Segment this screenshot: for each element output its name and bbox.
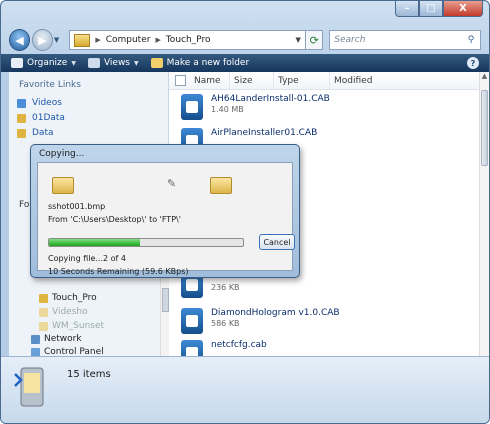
favorite-link-data[interactable]: Data [17,128,54,138]
file-name: netcfcfg.cab [211,340,267,350]
minimize-button[interactable]: – [395,1,419,17]
device-icon [14,367,44,407]
file-name: AH64LanderInstall-01.CAB [211,94,330,104]
help-button[interactable]: ? [467,57,479,69]
search-icon[interactable]: ⚲ [462,35,480,45]
cancel-button[interactable]: Cancel [259,234,295,250]
folder-icon [150,58,163,68]
history-dropdown[interactable]: ▼ [54,36,63,44]
organize-label: Organize [27,58,68,68]
file-list-scrollbar[interactable]: ▲ [479,72,489,356]
tree-item-label: Network [44,334,82,344]
views-label: Views [103,58,130,68]
column-type[interactable]: Type [274,71,330,90]
chevron-down-icon: ▼ [134,59,139,67]
favorite-links-heading: Favorite Links [19,80,81,90]
folder-icon [39,307,48,317]
tree-item-touch-pro[interactable]: Touch_Pro [39,293,97,303]
file-size: 1.40 MB [211,105,244,114]
tree-item-network[interactable]: Network [31,334,82,344]
computer-icon [74,33,91,47]
copy-progress-fill [49,239,141,246]
forward-button[interactable]: ▶ [31,29,53,51]
chevron-right-icon[interactable]: ▶ [95,36,100,44]
refresh-button[interactable]: ⟳ [306,30,324,50]
folder-icon [17,128,26,138]
favorite-link-label: Data [32,128,54,138]
dialog-title: Copying... [39,149,85,159]
breadcrumb-computer[interactable]: Computer [106,35,151,45]
scrollbar-thumb[interactable] [481,90,488,166]
cab-file-icon [181,308,203,334]
search-placeholder: Search [334,35,366,45]
tree-item-videsho[interactable]: Videsho [39,307,88,317]
item-count: 15 items [67,369,111,380]
views-button[interactable]: Views ▼ [87,58,139,68]
tree-item-label: Touch_Pro [52,293,97,303]
back-button[interactable]: ◀ [9,29,30,51]
network-icon [31,334,40,344]
copy-path: From 'C:\Users\Desktop\' to 'FTP\' [48,215,181,224]
organize-icon [11,58,23,68]
time-remaining: 10 Seconds Remaining (59.6 KBps) [48,267,189,276]
organize-button[interactable]: Organize ▼ [11,58,76,68]
favorite-link-label: 01Data [32,113,65,123]
file-item[interactable]: AH64LanderInstall-01.CAB 1.40 MB [181,94,330,120]
chevron-right-icon[interactable]: ▶ [155,36,160,44]
destination-folder-icon [210,177,232,194]
favorite-link-label: Videos [32,98,62,108]
select-all-checkbox[interactable] [175,75,186,86]
maximize-button[interactable]: □ [419,1,443,17]
file-size: 236 KB [211,283,240,292]
details-pane: 15 items [1,356,489,423]
folder-icon [39,321,48,331]
copying-filename: sshot001.bmp [48,202,106,211]
search-input[interactable]: Search ⚲ [329,30,481,50]
folder-icon [17,113,26,123]
caption-buttons: – □ X [395,1,483,17]
column-header-row: Name Size Type Modified [169,71,479,90]
file-name: DiamondHologram v1.0.CAB [211,308,340,318]
navigation-bar: ◀ ▶ ▼ ▶ Computer ▶ Touch_Pro ▼ ⟳ Search … [9,28,481,52]
copying-dialog: Copying... ✎ sshot001.bmp From 'C:\Users… [30,144,300,278]
folder-icon [39,293,48,303]
file-size: 586 KB [211,319,240,328]
close-button[interactable]: X [443,1,483,17]
source-folder-icon [52,177,74,194]
new-folder-label: Make a new folder [166,58,250,68]
views-icon [87,58,100,68]
tree-item-label: WM_Sunset [52,321,105,331]
copy-status: Copying file...2 of 4 [48,254,126,263]
videos-icon [17,98,26,108]
dialog-body: ✎ sshot001.bmp From 'C:\Users\Desktop\' … [37,162,295,276]
favorite-link-01data[interactable]: 01Data [17,113,65,123]
tree-item-label: Videsho [52,307,88,317]
breadcrumb-touch-pro[interactable]: Touch_Pro [166,35,211,45]
nav-scrollbar[interactable] [160,272,169,356]
column-modified[interactable]: Modified [330,72,400,90]
new-folder-button[interactable]: Make a new folder [150,58,250,68]
command-bar: Organize ▼ Views ▼ Make a new folder ? [1,54,489,72]
address-bar[interactable]: ▶ Computer ▶ Touch_Pro ▼ [69,30,307,50]
favorite-link-videos[interactable]: Videos [17,98,62,108]
chevron-down-icon: ▼ [71,59,76,67]
copy-progress-bar [48,238,244,247]
column-size[interactable]: Size [230,71,274,90]
file-item[interactable]: DiamondHologram v1.0.CAB 586 KB [181,308,340,334]
column-name[interactable]: Name [190,71,230,90]
scroll-up-icon[interactable]: ▲ [480,72,489,84]
flying-paper-icon: ✎ [167,177,177,190]
nav-scrollbar-thumb[interactable] [162,288,169,312]
file-name: AirPlaneInstaller01.CAB [211,128,318,138]
address-dropdown-icon[interactable]: ▼ [291,36,305,44]
tree-item-wm-sunset[interactable]: WM_Sunset [39,321,104,331]
cab-file-icon [181,94,203,120]
